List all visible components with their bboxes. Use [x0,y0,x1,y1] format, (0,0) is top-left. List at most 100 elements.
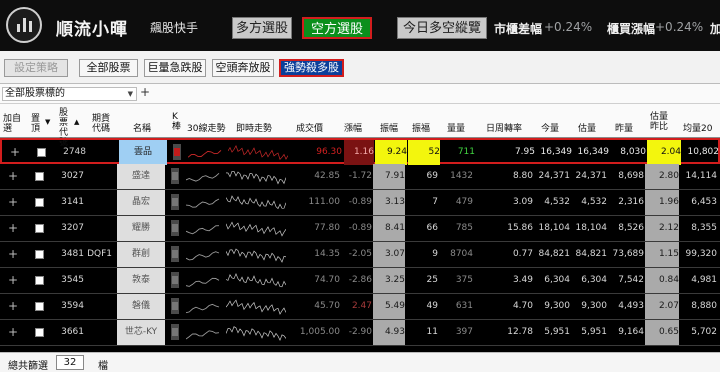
cell-futures [88,140,114,165]
cell-turnover: 15.86 [507,223,533,233]
add-watchlist-button[interactable]: + [4,268,22,293]
ticker-label-3: 加 [710,22,720,36]
filter-total-count: 32 [56,355,84,370]
table-row[interactable]: +3594 磐儀 45.70 2.47 5.49 49 631 4.70 9,300 9,300 4… [0,294,720,320]
cell-ratio: 2.12 [645,216,679,241]
cell-amp: 5.49 [373,294,405,319]
cell-name[interactable]: 敦泰 [117,268,165,293]
cell-amp2: 52 [408,140,440,165]
cell-volume: 479 [455,197,473,207]
add-watchlist-button[interactable]: + [6,140,24,165]
cell-vol-est: 5,951 [581,327,607,337]
kbar-icon [171,168,179,184]
cell-futures [86,216,112,241]
short-pick-button[interactable]: 空方選股 [302,17,372,39]
cell-change: -2.05 [348,249,372,259]
cell-vol-today: 84,821 [538,249,571,259]
tab-bear-run[interactable]: 空頭奔放股 [212,59,274,77]
add-filter-button[interactable]: + [139,86,151,100]
table-row[interactable]: +2748 雲品 96.30 1.16 9.24 52 711 7.95 16,349 16,34… [0,138,720,165]
cell-name[interactable]: 盛達 [117,164,165,189]
trend30-sparkline [186,303,220,314]
cell-price: 45.70 [314,301,340,311]
cell-amp2: 9 [432,249,438,259]
table-row[interactable]: +3481 DQF1 群創 14.35 -2.05 3.07 9 8704 0.77 84,821… [0,242,720,268]
table-row[interactable]: +3027 盛達 42.85 -1.72 7.91 69 1432 8.80 24,371 24,… [0,164,720,190]
cell-vol-yday: 8,030 [620,147,646,157]
cell-name[interactable]: 磐儀 [117,294,165,319]
cell-name[interactable]: 晶宏 [117,190,165,215]
pin-checkbox[interactable] [35,276,44,285]
cell-avg20: 8,355 [691,223,717,233]
logo-icon [6,7,42,43]
cell-futures [86,164,112,189]
cell-amp: 3.25 [373,268,405,293]
pin-checkbox[interactable] [35,302,44,311]
pin-checkbox[interactable] [35,224,44,233]
cell-vol-yday: 8,526 [618,223,644,233]
cell-vol-today: 6,304 [544,275,570,285]
pin-checkbox[interactable] [35,172,44,181]
today-overview-button[interactable]: 今日多空縱覽 [397,17,487,39]
cell-futures: DQF1 [87,249,112,259]
trend30-sparkline [186,225,220,235]
pin-checkbox[interactable] [35,198,44,207]
cell-name[interactable]: 世芯-KY [117,320,165,345]
cell-vol-today: 4,532 [544,197,570,207]
add-watchlist-button[interactable]: + [4,190,22,215]
cell-change: -2.90 [348,327,372,337]
kbar-icon [171,220,179,236]
cell-code: 3594 [61,301,84,311]
add-watchlist-button[interactable]: + [4,164,22,189]
add-watchlist-button[interactable]: + [4,294,22,319]
cell-vol-est: 84,821 [575,249,608,259]
intraday-chart [226,272,286,288]
pin-checkbox[interactable] [35,328,44,337]
add-watchlist-button[interactable]: + [4,242,22,267]
stock-universe-select[interactable]: 全部股票標的 ▼ [2,87,137,101]
cell-change: -0.89 [348,197,372,207]
cell-name[interactable]: 耀勝 [117,216,165,241]
table-row[interactable]: +3661 世芯-KY 1,005.00 -2.90 4.93 11 397 12.78 5,9… [0,320,720,346]
app-title: 順流小暉 [56,20,128,40]
pin-checkbox[interactable] [35,250,44,259]
cell-code: 3661 [61,327,84,337]
intraday-chart [226,221,286,237]
filter-total-unit: 檔 [98,361,108,372]
strategy-tab-bar: 設定策略 全部股票 巨量急跌股 空頭奔放股 強勢殺多股 [0,51,720,84]
cell-vol-today: 9,300 [544,301,570,311]
cell-name[interactable]: 雲品 [119,140,167,165]
cell-avg20: 14,114 [685,171,718,181]
intraday-chart [226,195,286,210]
cell-volume: 375 [455,275,473,285]
pin-checkbox[interactable] [37,148,46,157]
table-row[interactable]: +3207 耀勝 77.80 -0.89 8.41 66 785 15.86 18,104 18,… [0,216,720,242]
cell-turnover: 7.95 [514,147,535,157]
tab-strong-kill[interactable]: 強勢殺多股 [279,59,344,77]
cell-ratio: 1.15 [645,242,679,267]
table-row[interactable]: +3545 敦泰 74.70 -2.86 3.25 25 375 3.49 6,304 6,304… [0,268,720,294]
cell-price: 14.35 [314,249,340,259]
add-watchlist-button[interactable]: + [4,320,22,345]
cell-amp2: 69 [426,171,438,181]
tab-heavy-drop[interactable]: 巨量急跌股 [144,59,206,77]
table-row[interactable]: +3141 晶宏 111.00 -0.89 3.13 7 479 3.09 4,532 4,532… [0,190,720,216]
intraday-chart [226,170,286,185]
kbar-icon [171,324,179,340]
kbar-icon [171,272,179,288]
cell-volume: 397 [455,327,473,337]
tab-set-strategy[interactable]: 設定策略 [4,59,68,77]
cell-volume: 8704 [450,249,473,259]
cell-amp2: 25 [426,275,438,285]
tab-all-stocks[interactable]: 全部股票 [79,59,138,77]
long-pick-button[interactable]: 多方選股 [232,17,292,39]
stock-universe-value: 全部股票標的 [5,88,65,99]
cell-change: -1.72 [348,171,372,181]
col-code[interactable]: 股票代號 [59,108,71,148]
cell-vol-today: 24,371 [538,171,571,181]
ticker-value-1: +0.24% [544,20,593,34]
app-subtitle: 飆股快手 [150,21,199,35]
app-header: 順流小暉 飆股快手 多方選股 空方選股 今日多空縱覽 市櫃差幅 +0.24% 櫃… [0,0,720,51]
cell-name[interactable]: 群創 [117,242,165,267]
add-watchlist-button[interactable]: + [4,216,22,241]
